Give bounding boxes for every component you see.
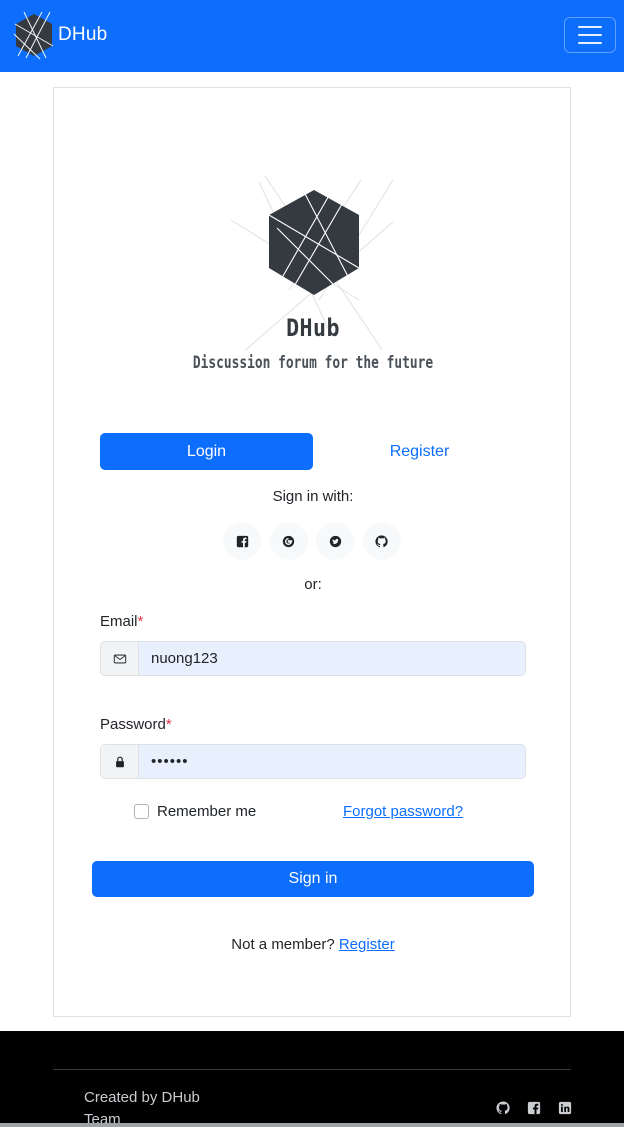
twitter-icon	[329, 535, 341, 547]
facebook-icon[interactable]	[527, 1101, 541, 1115]
facebook-icon	[236, 535, 248, 547]
login-card: DHub Discussion forum for the future Log…	[53, 87, 571, 1017]
github-login-button[interactable]	[362, 522, 401, 560]
remember-me-checkbox[interactable]	[134, 804, 149, 819]
social-login-buttons	[223, 522, 403, 560]
required-asterisk: *	[165, 716, 172, 733]
not-member-prompt: Not a member? Register	[231, 936, 395, 953]
sign-in-with-label: Sign in with:	[272, 488, 354, 505]
twitter-login-button[interactable]	[316, 522, 354, 560]
password-value: ••••••	[151, 753, 189, 770]
footer-social-links	[496, 1101, 572, 1115]
tab-register[interactable]: Register	[313, 433, 526, 470]
google-login-button[interactable]	[269, 522, 308, 560]
brand-name: DHub	[58, 24, 108, 45]
dhub-logo-icon	[13, 11, 54, 60]
or-separator: or:	[304, 576, 322, 593]
email-input-group	[100, 641, 526, 676]
hero-subtitle: Discussion forum for the future	[192, 353, 434, 372]
remember-me: Remember me	[134, 803, 256, 820]
navbar: DHub	[0, 0, 624, 72]
register-link[interactable]: Register	[339, 936, 395, 953]
footer: Created by DHub Team	[0, 1031, 624, 1128]
menu-toggle-button[interactable]	[564, 17, 616, 53]
hero-title: DHub	[286, 314, 340, 342]
linkedin-icon[interactable]	[558, 1101, 572, 1115]
tab-login[interactable]: Login	[100, 433, 313, 470]
lock-icon	[101, 745, 139, 778]
hamburger-menu-icon	[578, 26, 602, 28]
email-field[interactable]	[139, 642, 525, 675]
bottom-edge	[0, 1123, 624, 1127]
github-icon	[375, 534, 388, 547]
google-icon	[282, 535, 295, 547]
password-field[interactable]: ••••••	[139, 745, 525, 778]
footer-divider	[53, 1069, 571, 1070]
password-input-group: ••••••	[100, 744, 526, 779]
email-label: Email*	[100, 613, 144, 630]
password-label: Password*	[100, 716, 172, 733]
github-icon[interactable]	[496, 1101, 510, 1115]
facebook-login-button[interactable]	[223, 522, 261, 560]
brand-link[interactable]: DHub	[12, 10, 107, 60]
remember-me-label: Remember me	[157, 803, 257, 820]
envelope-icon	[101, 642, 139, 675]
forgot-password-link[interactable]: Forgot password?	[343, 803, 463, 820]
sign-in-button[interactable]: Sign in	[92, 861, 534, 897]
required-asterisk: *	[137, 613, 144, 630]
